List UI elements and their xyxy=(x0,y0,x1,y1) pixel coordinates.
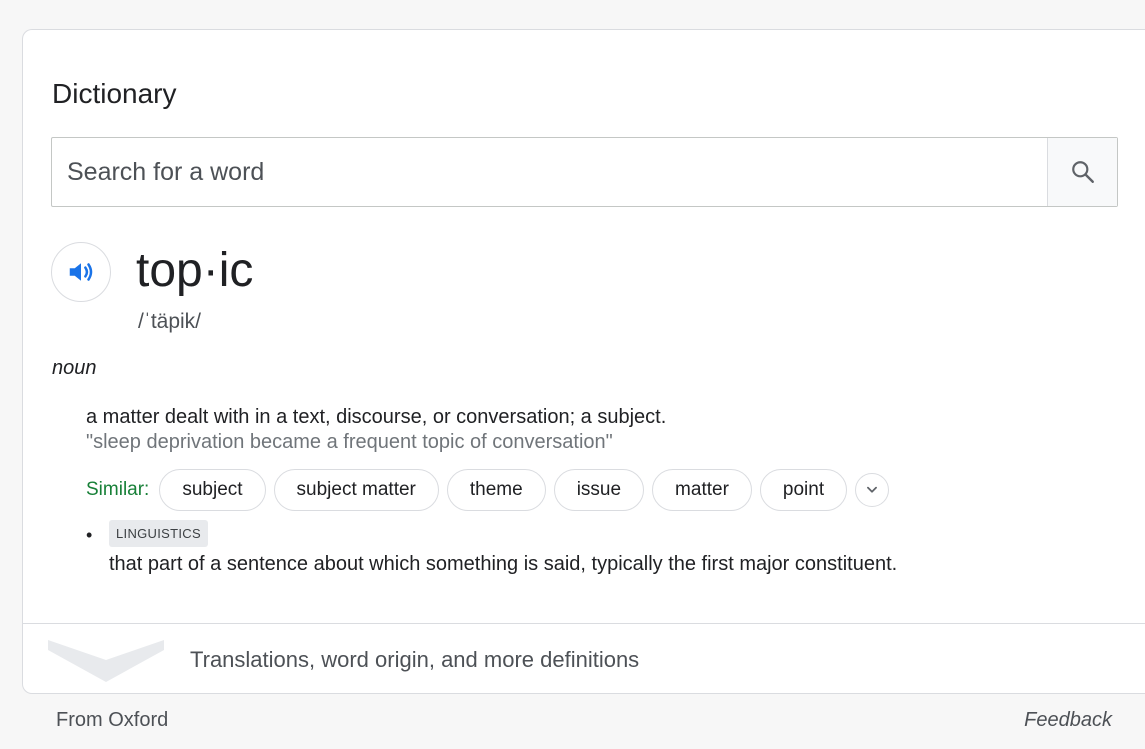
part-of-speech: noun xyxy=(52,357,97,379)
similar-chip-matter[interactable]: matter xyxy=(652,469,752,511)
similar-label: Similar: xyxy=(86,479,150,500)
search-input[interactable] xyxy=(52,138,1047,206)
phonetic: /ˈtäpik/ xyxy=(138,310,202,333)
definition-1: a matter dealt with in a text, discourse… xyxy=(86,406,667,428)
expand-similar-button[interactable] xyxy=(855,473,890,507)
source-attribution: From Oxford xyxy=(56,709,169,731)
sense-bullet: • xyxy=(86,525,93,545)
search-bar xyxy=(51,137,1118,207)
domain-label: LINGUISTICS xyxy=(109,520,208,547)
dictionary-card: Dictionary top·ic /ˈtäpik/ noun a matter… xyxy=(22,29,1145,694)
similar-chip-theme[interactable]: theme xyxy=(446,469,546,511)
similar-chip-issue[interactable]: issue xyxy=(553,469,645,511)
search-icon xyxy=(1071,161,1094,183)
page: Dictionary top·ic /ˈtäpik/ noun a matter… xyxy=(0,0,1145,749)
chevron-down-icon xyxy=(867,486,878,493)
more-definitions-button[interactable]: Translations, word origin, and more defi… xyxy=(23,624,1145,694)
example-1: "sleep deprivation became a frequent top… xyxy=(86,431,613,453)
similar-chip-subject-matter[interactable]: subject matter xyxy=(273,469,439,511)
speaker-icon xyxy=(69,263,93,281)
definition-2: that part of a sentence about which some… xyxy=(109,553,898,575)
chevron-down-icon xyxy=(48,640,164,682)
headword: top·ic xyxy=(136,244,254,297)
similar-chip-subject[interactable]: subject xyxy=(159,469,266,511)
similar-chip-point[interactable]: point xyxy=(759,469,848,511)
feedback-link[interactable]: Feedback xyxy=(1024,707,1112,733)
pronunciation-button[interactable] xyxy=(51,242,111,302)
card-title: Dictionary xyxy=(52,78,177,109)
search-button[interactable] xyxy=(1047,138,1117,206)
similar-words: Similar: subject subject matter theme is… xyxy=(86,467,890,513)
more-definitions-label: Translations, word origin, and more defi… xyxy=(190,647,640,672)
